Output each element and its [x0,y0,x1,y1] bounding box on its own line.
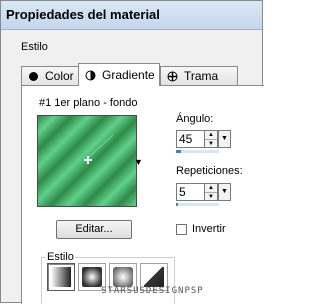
invert-checkbox[interactable] [176,224,187,235]
angle-slider[interactable] [176,150,219,153]
angle-stepper[interactable]: ▲ ▼ [176,130,218,148]
angle-dropdown-icon[interactable]: ▼ [218,130,231,148]
repetitions-slider[interactable] [176,203,219,206]
edit-button[interactable]: Editar... [56,220,132,239]
tab-pattern-label: Trama [184,69,219,83]
repetitions-up-icon[interactable]: ▲ [205,184,217,193]
watermark: STARSUSDESIGNPSP [101,286,204,296]
window-title: Propiedades del material [6,7,160,22]
repetitions-slider-fill [176,203,179,206]
tab-bar: Color Gradiente Trama [21,63,261,86]
tab-color[interactable]: Color [21,66,79,85]
repetitions-dropdown-icon[interactable]: ▼ [218,183,231,201]
tab-gradient-label: Gradiente [102,68,155,82]
tab-pattern[interactable]: Trama [160,66,238,85]
tab-gradient[interactable]: Gradiente [78,63,160,86]
style-section-label: Estilo [21,41,48,53]
material-properties-dialog: Propiedades del material Estilo Color Gr… [0,0,264,304]
gradient-name-label: #1 1er plano - fondo [39,97,138,109]
repetitions-stepper[interactable]: ▲ ▼ [176,183,218,201]
sunburst-gradient-icon [144,267,164,287]
invert-label: Invertir [192,223,226,235]
swatch-dropdown-arrow-icon[interactable]: ▼ [134,157,143,167]
angle-slider-fill [176,150,182,153]
angle-down-icon[interactable]: ▼ [205,140,217,148]
repetitions-down-icon[interactable]: ▼ [205,193,217,201]
angle-up-icon[interactable]: ▲ [205,131,217,140]
title-bar: Propiedades del material [1,1,262,30]
angle-label: Ángulo: [176,113,214,125]
rectangular-gradient-icon [82,267,102,287]
color-dot-icon [28,71,39,82]
repetitions-spin-buttons[interactable]: ▲ ▼ [204,184,217,200]
angle-spin-buttons[interactable]: ▲ ▼ [204,131,217,147]
style-linear-button[interactable] [47,263,75,291]
repetitions-label: Repeticiones: [176,165,243,177]
linear-gradient-icon [51,267,71,287]
center-point-icon[interactable] [84,156,92,164]
gradient-icon [85,70,96,81]
pattern-icon [167,71,178,82]
style-group-label: Estilo [46,251,75,263]
tab-color-label: Color [45,69,74,83]
radial-gradient-icon [113,267,133,287]
